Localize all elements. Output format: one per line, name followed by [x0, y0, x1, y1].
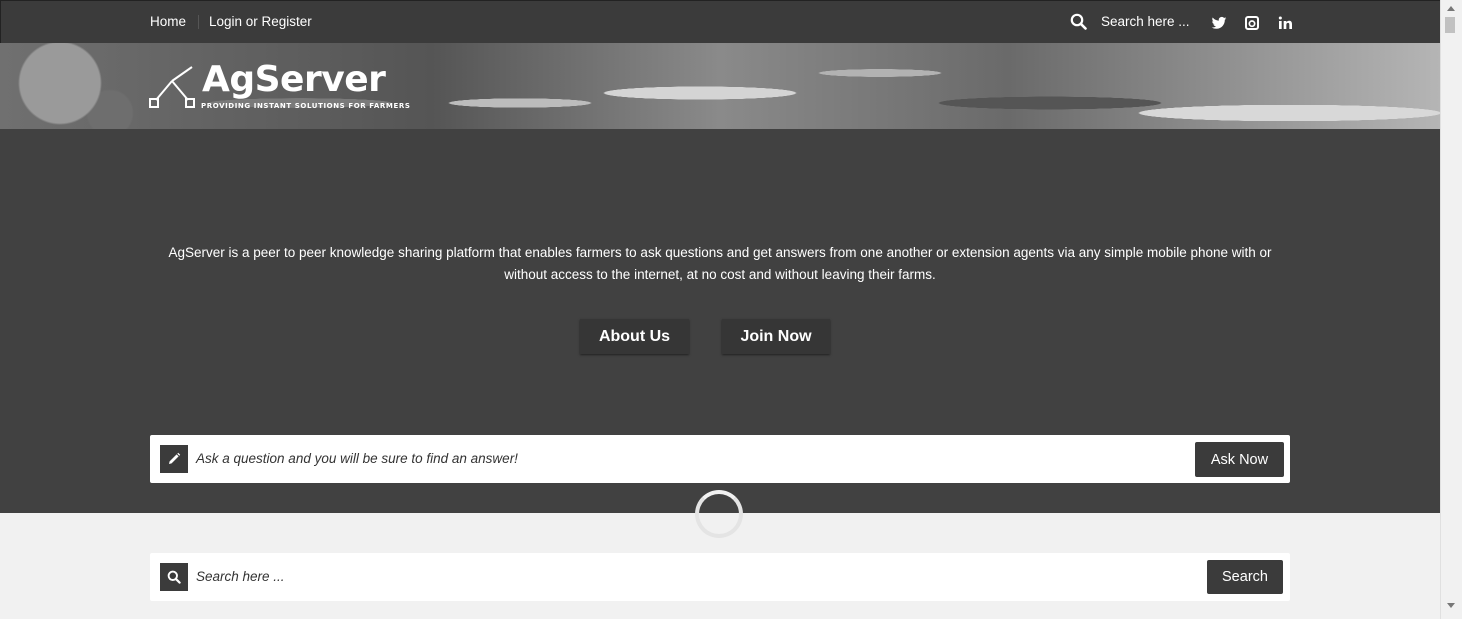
search-icon [160, 563, 188, 591]
main-search-bar: Search here ... Search [150, 553, 1290, 601]
instagram-icon[interactable] [1244, 15, 1260, 31]
main-search-input[interactable]: Search here ... [196, 569, 285, 584]
about-us-button[interactable]: About Us [580, 319, 689, 354]
header-banner: AgServer PROVIDING INSTANT SOLUTIONS FOR… [0, 43, 1440, 129]
twitter-icon[interactable] [1211, 15, 1227, 31]
ask-question-input[interactable]: Ask a question and you will be sure to f… [196, 451, 518, 466]
ask-question-bar: Ask a question and you will be sure to f… [150, 435, 1290, 483]
logo-tagline: PROVIDING INSTANT SOLUTIONS FOR FARMERS [201, 102, 411, 110]
linkedin-icon[interactable] [1277, 15, 1293, 31]
search-button[interactable]: Search [1207, 560, 1283, 594]
nav-divider [198, 15, 199, 29]
top-bar: Home Login or Register Search here ... [0, 0, 1440, 43]
scrollbar-thumb[interactable] [1445, 17, 1455, 33]
pencil-icon [160, 445, 188, 473]
nav-login-register-link[interactable]: Login or Register [209, 14, 312, 29]
scroll-down-icon[interactable] [1447, 603, 1455, 608]
hero-description: AgServer is a peer to peer knowledge sha… [168, 245, 1272, 282]
ask-now-button[interactable]: Ask Now [1195, 442, 1284, 477]
hero-section: AgServer is a peer to peer knowledge sha… [0, 129, 1440, 513]
header-search-input[interactable]: Search here ... [1101, 14, 1190, 29]
scroll-up-icon[interactable] [1447, 6, 1455, 11]
search-icon[interactable] [1070, 13, 1087, 30]
join-now-button[interactable]: Join Now [722, 319, 830, 354]
loading-spinner-icon [695, 490, 743, 538]
nav-home-link[interactable]: Home [150, 14, 186, 29]
page: Home Login or Register Search here ... A… [0, 0, 1462, 619]
vertical-scrollbar[interactable] [1440, 0, 1462, 619]
logo-title[interactable]: AgServer [202, 59, 386, 100]
logo-icon[interactable] [148, 63, 198, 113]
